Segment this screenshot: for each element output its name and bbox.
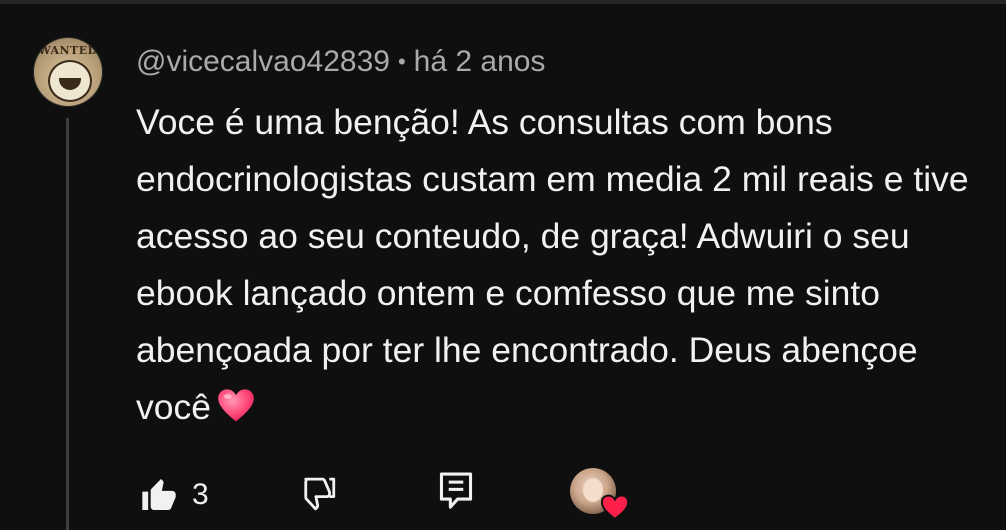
header-separator: • bbox=[397, 49, 406, 74]
creator-heart[interactable] bbox=[570, 468, 632, 522]
username[interactable]: @vicecalvao42839 bbox=[136, 45, 390, 79]
creator-heart-badge-icon bbox=[600, 494, 630, 521]
top-divider bbox=[0, 0, 1006, 4]
commenter-avatar[interactable]: WANTED bbox=[34, 38, 102, 106]
avatar-wanted-text: WANTED bbox=[38, 44, 98, 57]
thumbs-down-outline-icon bbox=[304, 477, 336, 511]
reply-button[interactable] bbox=[436, 470, 476, 512]
comment-text: Voce é uma benção! As consultas com bons… bbox=[136, 102, 969, 427]
comment-timestamp[interactable]: há 2 anos bbox=[414, 45, 546, 79]
comment-header: @vicecalvao42839 • há 2 anos bbox=[136, 44, 545, 80]
avatar-face-icon bbox=[48, 60, 92, 102]
thumbs-up-filled-icon bbox=[142, 479, 176, 510]
dislike-button[interactable] bbox=[296, 472, 340, 516]
reply-thread-line bbox=[66, 118, 69, 530]
reply-comment-icon bbox=[439, 472, 473, 509]
like-count: 3 bbox=[192, 478, 209, 511]
pink-heart-emoji-icon bbox=[218, 389, 254, 422]
comment-body: Voce é uma benção! As consultas com bons… bbox=[136, 94, 986, 436]
like-button[interactable] bbox=[138, 474, 180, 516]
